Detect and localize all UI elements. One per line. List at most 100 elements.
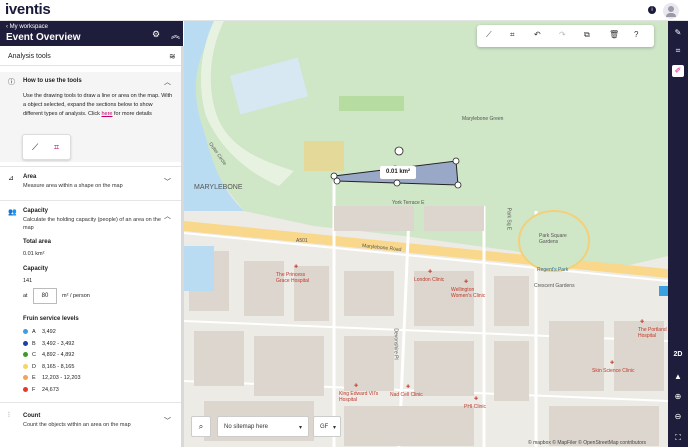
fruin-level-row: F 24,673 [23,387,59,395]
capacity-title: Capacity [23,208,49,214]
fruin-level-row: A 3,492 [23,329,56,337]
draw-line-icon[interactable]: ⟋ [486,30,492,40]
drawing-tools-box: ⟋ ⌗ [22,134,71,160]
chevron-up-double-icon[interactable]: ︽ [171,28,180,41]
zoom-out-icon[interactable]: ⊖ [672,411,684,423]
capacity-value: 141 [23,278,33,284]
back-label[interactable]: My workspace [10,24,48,30]
level-range: 24,673 [42,386,59,393]
howto-text-tail: for more details [112,111,152,117]
chevron-up-icon[interactable]: ︿ [164,77,171,87]
count-section[interactable]: ⫶ Count Count the objects within an area… [0,411,181,435]
map-label: Park Sq E [505,207,512,231]
howto-link[interactable]: here [101,111,112,117]
hospital-icon[interactable]: ✚ [640,319,644,325]
level-select[interactable]: GF ▾ [313,416,341,437]
draw-area-icon[interactable]: ⌗ [54,142,59,153]
map-label: The Portland Hospital [638,327,667,339]
fruin-levels-title: Fruin service levels [23,316,79,322]
compass-icon[interactable]: ▲ [672,371,684,383]
fruin-level-row: C 4,892 - 4,892 [23,352,74,360]
hospital-icon[interactable]: ✚ [406,384,410,390]
map-label: Devonshire Pl [392,328,399,360]
view-mode-toggle[interactable]: 2D [672,349,684,361]
help-icon[interactable]: ? [634,30,638,39]
map-canvas[interactable]: 0.01 km² MARYLEBONE Marylebone Green Out… [184,21,668,447]
top-bar: iventis i [0,0,688,21]
zoom-in-icon[interactable]: ⊕ [672,391,684,403]
fullscreen-icon[interactable]: ⛶ [672,432,684,444]
density-input[interactable]: 80 [33,288,57,304]
map-label: Skin Science Clinic [592,368,635,374]
chevron-down-icon: ▾ [298,425,302,431]
map-label: A501 [296,238,308,244]
hospital-icon[interactable]: ✚ [464,279,468,285]
at-label: at [23,293,28,299]
howto-title: How to use the tools [23,78,82,84]
map-label: Marylebone Green [462,116,504,122]
density-unit: m² / person [62,293,90,299]
level-color-swatch [23,329,28,335]
fruin-level-row: B 3,492 - 3,492 [23,341,74,349]
level-grade: A [32,329,36,335]
area-measurement-label: 0.01 km² [380,166,416,179]
level-range: 8,165 - 8,165 [42,363,75,370]
divider [0,200,181,201]
delete-icon[interactable]: 🗑 [609,30,619,39]
people-icon: 👥 [8,209,17,216]
divider [0,166,181,167]
level-range: 3,492 - 3,492 [42,340,75,347]
sitemap-label: No sitemap here [224,424,269,430]
user-avatar-icon[interactable] [663,3,679,19]
analysis-tools-label: Analysis tools [8,53,51,60]
hospital-icon[interactable]: ✚ [354,383,358,389]
copy-icon[interactable]: ⧉ [584,30,590,40]
map-edit-toolbar: ⟋ ⌗ ↶ ↷ ⧉ 🗑 ? [477,25,654,47]
howto-body: Use the drawing tools to draw a line or … [23,92,173,119]
area-section[interactable]: ⊿ Area Measure area within a shape on th… [0,172,181,196]
hospital-icon[interactable]: ✚ [294,264,298,270]
back-link[interactable]: ‹ My workspace [6,24,48,30]
chevron-up-icon[interactable]: ︿ [164,211,171,221]
app-logo[interactable]: iventis [5,1,51,18]
draw-line-icon[interactable]: ⟋ [32,142,38,153]
level-color-swatch [23,363,28,369]
hospital-icon[interactable]: ✚ [474,396,478,402]
level-grade: D [32,363,36,370]
capacity-label: Capacity [23,266,49,272]
undo-icon[interactable]: ↶ [534,30,541,39]
capacity-subtitle: Calculate the holding capacity (people) … [23,217,161,231]
select-shape-icon[interactable]: ⌗ [510,30,515,40]
ruler-tool-icon[interactable]: ✐ [672,65,684,77]
info-icon[interactable]: i [648,6,656,14]
capacity-section: 👥 Capacity Calculate the holding capacit… [0,206,181,401]
level-range: 3,492 [42,329,56,335]
area-title: Area [23,174,37,180]
search-icon[interactable]: ⌕ [191,416,211,437]
howto-section: ⓘ How to use the tools ︿ Use the drawing… [0,72,181,162]
count-icon: ⫶ [8,412,10,419]
level-color-swatch [23,386,28,392]
gear-icon[interactable]: ⚙ [152,29,160,40]
count-title: Count [23,413,41,419]
map-attribution[interactable]: © mapbox © MapFiler © OpenStreetMap cont… [528,440,646,446]
level-grade: E [32,375,36,381]
map-label: Crescent Gardens [534,283,575,289]
chevron-down-icon[interactable]: ﹀ [164,177,171,187]
hospital-icon[interactable]: ✚ [610,360,614,366]
sidebar: ⓘ How to use the tools ︿ Use the drawing… [0,66,181,447]
chevron-down-icon[interactable]: ﹀ [164,416,171,426]
redo-icon[interactable]: ↷ [559,30,566,39]
pencil-icon[interactable]: ✎ [672,27,684,39]
level-label: GF [320,424,329,430]
sitemap-select[interactable]: No sitemap here ▾ [217,416,309,437]
hospital-icon[interactable]: ✚ [428,269,432,275]
map-label: MARYLEBONE [194,184,243,191]
page-title: Event Overview [6,32,81,43]
layers-icon[interactable]: ≋ [169,52,176,61]
select-tool-icon[interactable]: ⌗ [672,45,684,57]
map-graphics [184,21,668,447]
level-color-swatch [23,375,28,381]
info-circle-icon: ⓘ [8,79,15,86]
right-toolbar: ✎ ⌗ ✐ 2D ▲ ⊕ ⊖ ⛶ [668,21,688,447]
